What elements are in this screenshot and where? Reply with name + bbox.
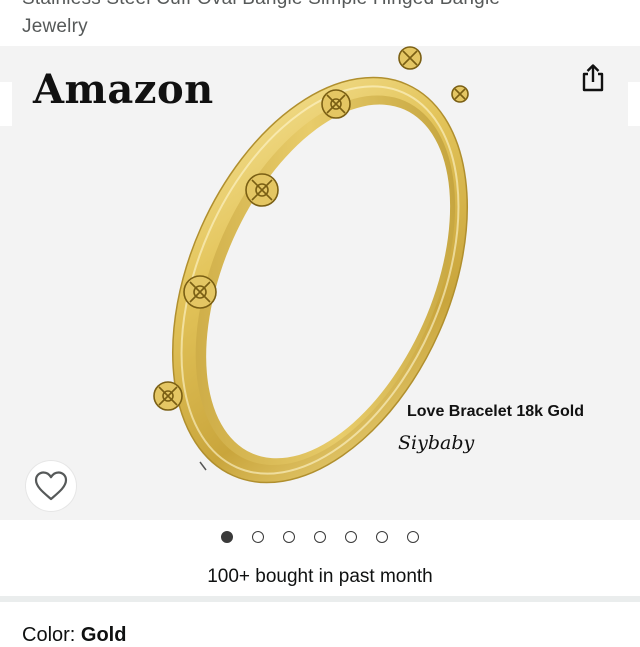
share-button[interactable] — [574, 58, 612, 98]
favorite-button[interactable] — [26, 461, 76, 511]
heart-outline-icon — [34, 471, 68, 501]
product-title-line-2: Jewelry — [22, 16, 88, 37]
color-label: Color: — [22, 624, 81, 646]
product-title: Stainless Steel Cuff Oval Bangle Simple … — [0, 0, 640, 46]
color-value: Gold — [80, 624, 127, 646]
bangle-product-image[interactable] — [0, 46, 640, 520]
image-carousel-dots — [0, 530, 640, 548]
carousel-dot[interactable] — [376, 531, 388, 543]
amazon-watermark: Amazon — [33, 66, 214, 113]
carousel-dot[interactable] — [283, 531, 295, 543]
carousel-dot[interactable] — [314, 531, 326, 543]
hinge-mark — [199, 461, 207, 471]
color-selection-row: Color: Gold — [22, 624, 126, 647]
image-caption-title: Love Bracelet 18k Gold — [407, 403, 584, 420]
bought-in-past-month: 100+ bought in past month — [207, 566, 433, 587]
carousel-dot[interactable] — [345, 531, 357, 543]
image-caption-brand: Siybaby — [398, 432, 475, 454]
product-title-line-1: Stainless Steel Cuff Oval Bangle Simple … — [22, 0, 500, 10]
product-image-gallery[interactable]: Amazon Love Bracelet 18k Gold Siybaby — [0, 46, 640, 520]
carousel-dot[interactable] — [252, 531, 264, 543]
section-divider — [0, 596, 640, 602]
carousel-dot[interactable] — [407, 531, 419, 543]
share-icon — [582, 64, 604, 92]
carousel-dot[interactable] — [221, 531, 233, 543]
